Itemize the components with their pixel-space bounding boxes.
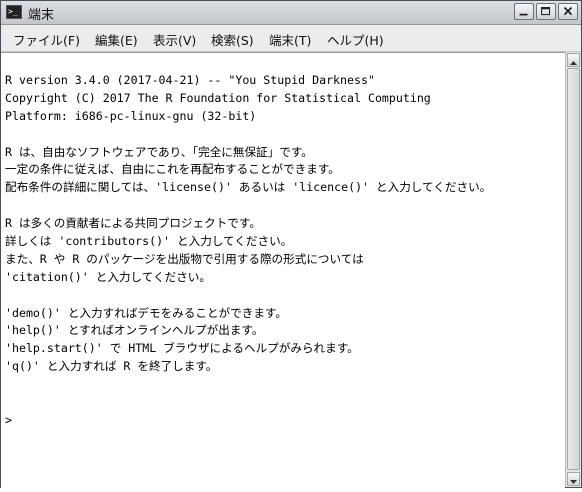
scroll-thumb[interactable] [567,68,580,470]
title-bar[interactable]: >_ 端末 [1,1,581,25]
terminal-output-area[interactable]: R version 3.4.0 (2017-04-21) -- "You Stu… [1,52,565,488]
console-line: 'demo()' と入力すればデモをみることができます。 [5,305,287,320]
console-line: 'citation()' と入力してください。 [5,269,211,284]
console-line: R は、自由なソフトウェアであり、「完全に無保証」です。 [5,144,313,159]
terminal-window: >_ 端末 ファイル(F) 編集(E) 表示(V) 検索(S) 端末(T) ヘル… [0,0,582,488]
menu-terminal[interactable]: 端末(T) [269,30,311,49]
arrow-down-icon [570,480,577,484]
window-controls [514,3,578,20]
close-icon [563,6,573,16]
console-line: R version 3.4.0 (2017-04-21) -- "You Stu… [5,73,375,87]
console-line: 'help.start()' で HTML ブラウザによるヘルプがみられます。 [5,341,359,356]
terminal-icon[interactable]: >_ [6,5,22,19]
console-line: Copyright (C) 2017 The R Foundation for … [5,90,431,105]
console-line: 'help()' とすればオンラインヘルプが出ます。 [5,323,264,338]
scroll-up-button[interactable] [567,53,580,67]
window-title: 端末 [28,8,55,23]
console-line: 一定の条件に従えば、自由にこれを再配布することができます。 [5,162,340,177]
menu-file[interactable]: ファイル(F) [13,30,80,49]
maximize-button[interactable] [536,3,556,20]
menu-help[interactable]: ヘルプ(H) [327,30,384,49]
minimize-button[interactable] [514,3,534,20]
console-line: 配布条件の詳細に関しては、'license()' あるいは 'licence()… [5,180,492,195]
menu-search[interactable]: 検索(S) [211,30,254,49]
menu-edit[interactable]: 編集(E) [95,30,138,49]
console-line: 詳しくは 'contributors()' と入力してください。 [5,234,293,249]
scroll-down-button[interactable] [567,472,580,486]
menu-view[interactable]: 表示(V) [153,30,196,49]
console-line: また、R や R のパッケージを出版物で引用する際の形式については [5,251,364,266]
console-line: Platform: i686-pc-linux-gnu (32-bit) [5,108,257,123]
console-line: 'q()' と入力すれば R を終了します。 [5,359,218,374]
menu-bar: ファイル(F) 編集(E) 表示(V) 検索(S) 端末(T) ヘルプ(H) [1,25,581,52]
close-button[interactable] [558,3,578,20]
prompt-line[interactable]: > [5,412,491,430]
minimize-icon [519,13,528,16]
console-text: R version 3.4.0 (2017-04-21) -- "You Stu… [5,72,491,430]
maximize-icon [541,7,551,16]
vertical-scrollbar[interactable] [565,52,581,487]
console-line: R は多くの貢献者による共同プロジェクトです。 [5,216,261,231]
